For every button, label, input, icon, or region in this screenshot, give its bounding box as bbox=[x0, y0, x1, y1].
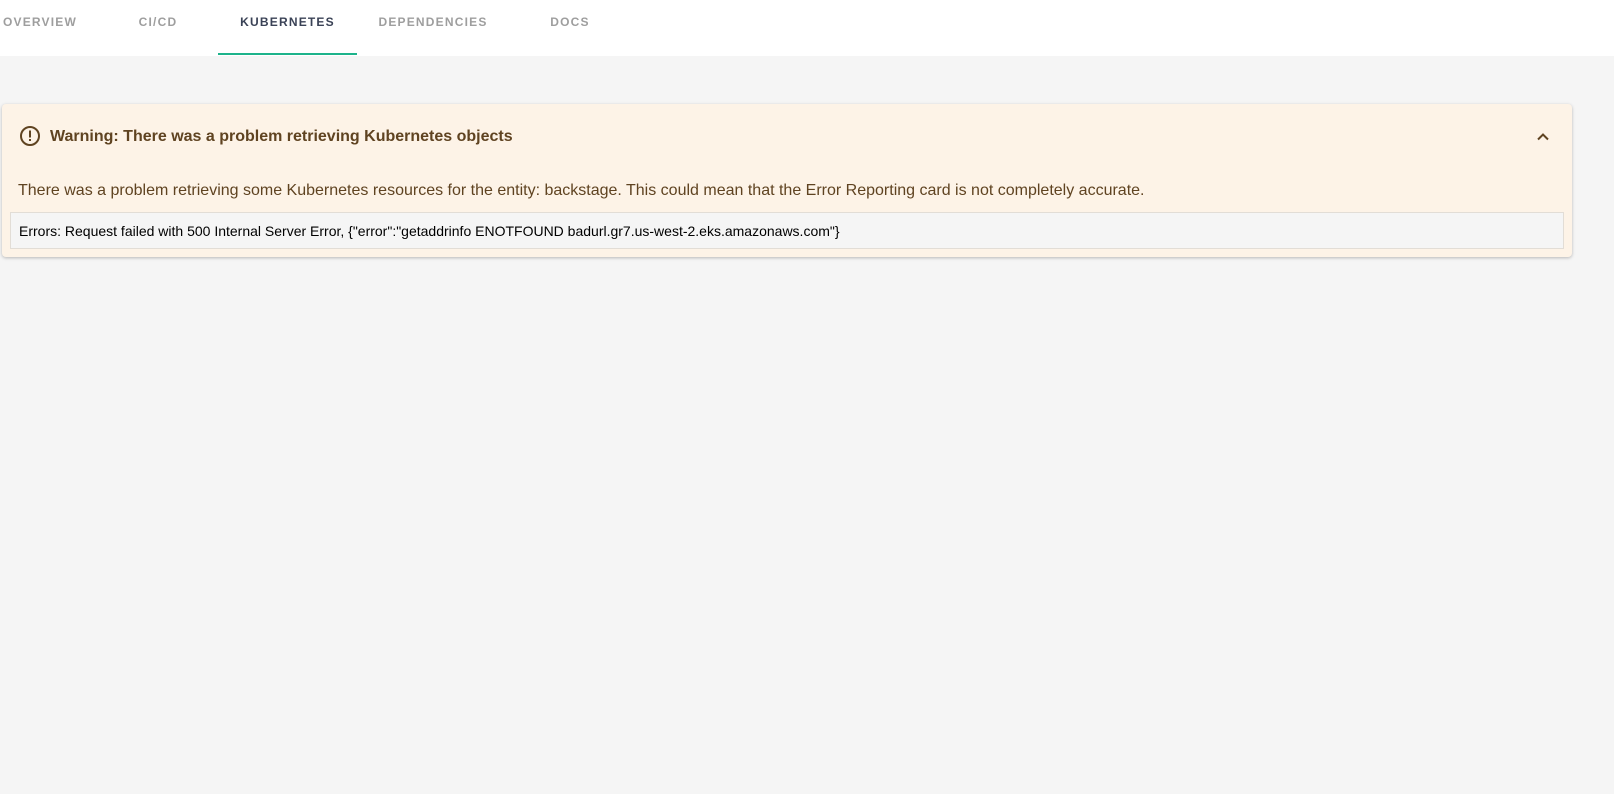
error-details-box: Errors: Request failed with 500 Internal… bbox=[10, 212, 1564, 249]
tab-label: DEPENDENCIES bbox=[378, 15, 488, 29]
warning-message: There was a problem retrieving some Kube… bbox=[18, 182, 1145, 199]
tab-cicd[interactable]: CI/CD bbox=[108, 0, 208, 56]
warning-title: Warning: There was a problem retrieving … bbox=[50, 128, 513, 145]
tab-label: DOCS bbox=[550, 15, 590, 29]
error-outline-icon bbox=[19, 125, 41, 147]
tab-label: KUBERNETES bbox=[240, 15, 335, 29]
warning-panel-header[interactable]: Warning: There was a problem retrieving … bbox=[2, 104, 1572, 170]
tab-docs[interactable]: DOCS bbox=[520, 0, 620, 56]
tab-label: OVERVIEW bbox=[2, 15, 78, 29]
active-tab-indicator bbox=[218, 53, 357, 55]
tab-label: CI/CD bbox=[138, 15, 178, 29]
chevron-up-icon[interactable] bbox=[1534, 128, 1552, 146]
tab-bar: OVERVIEW CI/CD KUBERNETES DEPENDENCIES D… bbox=[0, 0, 1614, 56]
warning-panel: Warning: There was a problem retrieving … bbox=[2, 104, 1572, 257]
tab-overview[interactable]: OVERVIEW bbox=[0, 0, 90, 56]
tab-kubernetes[interactable]: KUBERNETES bbox=[218, 0, 357, 56]
tab-dependencies[interactable]: DEPENDENCIES bbox=[367, 0, 499, 56]
error-details-text: Errors: Request failed with 500 Internal… bbox=[19, 223, 840, 239]
